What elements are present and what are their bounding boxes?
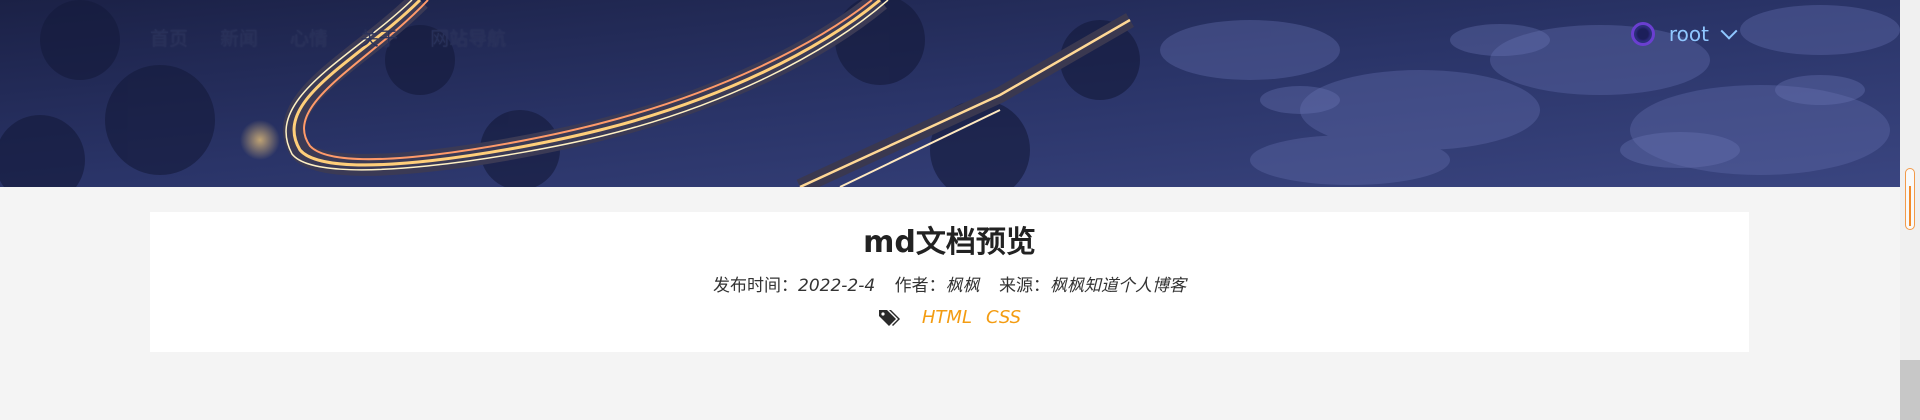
main-nav: 首页 新闻 心情 关于 网站导航 bbox=[150, 24, 506, 51]
avatar-ring-icon[interactable] bbox=[1630, 22, 1655, 46]
page-scrollbar-thumb[interactable] bbox=[1900, 360, 1920, 420]
chevron-down-icon[interactable] bbox=[1720, 22, 1738, 40]
nav-item-mood[interactable]: 心情 bbox=[290, 24, 328, 51]
nav-item-news[interactable]: 新闻 bbox=[220, 24, 258, 51]
user-name[interactable]: root bbox=[1669, 22, 1709, 46]
publish-date-label: 发布时间： bbox=[713, 276, 798, 296]
article-tags: HTML CSS bbox=[150, 307, 1749, 328]
tag-html[interactable]: HTML bbox=[922, 307, 972, 328]
article-meta: 发布时间：2022-2-4 作者：枫枫 来源：枫枫知道个人博客 bbox=[150, 271, 1749, 296]
nav-item-site-navigation[interactable]: 网站导航 bbox=[430, 24, 506, 51]
scroll-indicator[interactable] bbox=[1905, 168, 1915, 230]
page: 首页 新闻 心情 关于 网站导航 root md文档预览 发布时间：2022-2… bbox=[0, 0, 1920, 420]
hero-banner: 首页 新闻 心情 关于 网站导航 root bbox=[0, 0, 1900, 187]
scroll-indicator-fill bbox=[1909, 186, 1911, 226]
author-value: 枫枫 bbox=[945, 276, 980, 296]
source-label: 来源： bbox=[998, 276, 1050, 296]
publish-date-value: 2022-2-4 bbox=[798, 276, 876, 296]
article-header-card: md文档预览 发布时间：2022-2-4 作者：枫枫 来源：枫枫知道个人博客 H… bbox=[150, 212, 1749, 352]
nav-item-about[interactable]: 关于 bbox=[360, 24, 398, 51]
author-label: 作者： bbox=[894, 276, 946, 296]
nav-item-home[interactable]: 首页 bbox=[150, 24, 188, 51]
tag-css[interactable]: CSS bbox=[986, 307, 1021, 328]
article-title: md文档预览 bbox=[863, 225, 1036, 260]
side-scroll-widget[interactable] bbox=[1900, 0, 1920, 420]
source-value: 枫枫知道个人博客 bbox=[1049, 276, 1186, 296]
user-menu[interactable]: root bbox=[1630, 22, 1738, 46]
tags-icon bbox=[878, 309, 900, 326]
